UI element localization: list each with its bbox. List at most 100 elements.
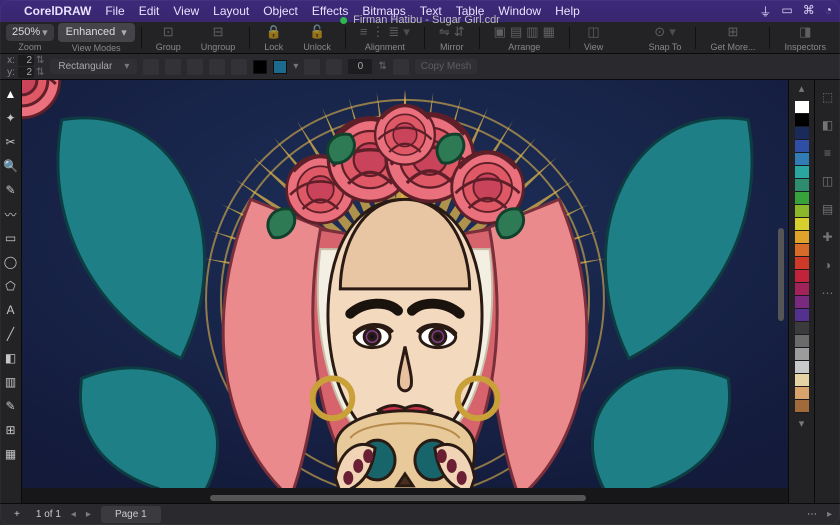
inspector-icon-6[interactable]: ◑	[821, 258, 835, 272]
color-swatch[interactable]	[795, 270, 809, 283]
tool-fill[interactable]: ◧	[3, 350, 19, 366]
tool-artistic[interactable]: 〰	[3, 206, 19, 222]
color-swatch[interactable]	[795, 231, 809, 244]
tool-text[interactable]: A	[3, 302, 19, 318]
page-tab[interactable]: Page 1	[101, 506, 161, 523]
mirror-group[interactable]: ⇋⇵Mirror	[431, 24, 473, 52]
color-swatch[interactable]	[795, 257, 809, 270]
clock-icon[interactable]: ◔	[825, 3, 832, 20]
status-more-button[interactable]: ⋯	[807, 509, 817, 520]
color-swatch[interactable]	[795, 114, 809, 127]
tool-pick[interactable]: ▲	[3, 86, 19, 102]
canvas[interactable]	[22, 80, 788, 503]
color-swatch[interactable]	[795, 244, 809, 257]
tool-parallel[interactable]: ╱	[3, 326, 19, 342]
fill-swatch[interactable]	[253, 60, 267, 74]
group-button[interactable]: ⊡Group	[148, 24, 189, 52]
tool-ellipse[interactable]: ◯	[3, 254, 19, 270]
prev-page-button[interactable]: ◂	[71, 509, 76, 520]
view-mode-select[interactable]: Enhanced▾	[58, 23, 135, 42]
color-swatch[interactable]	[795, 153, 809, 166]
tool-polygon[interactable]: ⬠	[3, 278, 19, 294]
arrange-group[interactable]: ▣▤▥▦Arrange	[486, 24, 563, 52]
outline-swatch[interactable]	[273, 60, 287, 74]
color-swatch[interactable]	[795, 127, 809, 140]
palette-up-icon[interactable]: ▴	[789, 80, 814, 97]
menu-window[interactable]: Window	[498, 4, 541, 18]
unlock-button[interactable]: 🔓Unlock	[295, 24, 339, 52]
next-page-button[interactable]: ▸	[86, 509, 91, 520]
add-page-button[interactable]: +	[8, 507, 26, 522]
color-swatch[interactable]	[795, 101, 809, 114]
get-more-button[interactable]: ⊞Get More...	[702, 24, 763, 52]
color-swatch[interactable]	[795, 361, 809, 374]
menu-edit[interactable]: Edit	[139, 4, 160, 18]
tool-crop[interactable]: ✂	[3, 134, 19, 150]
color-swatch[interactable]	[795, 192, 809, 205]
prop-icon-7[interactable]	[326, 59, 342, 75]
battery-icon[interactable]: ▭	[781, 3, 792, 20]
color-swatch[interactable]	[795, 309, 809, 322]
inspector-icon-2[interactable]: ≡	[821, 146, 835, 160]
ungroup-button[interactable]: ⊟Ungroup	[193, 24, 244, 52]
prop-icon-6[interactable]	[304, 59, 320, 75]
color-swatch[interactable]	[795, 140, 809, 153]
inspector-icon-5[interactable]: ✚	[821, 230, 835, 244]
prop-icon-8[interactable]	[393, 59, 409, 75]
color-swatch[interactable]	[795, 296, 809, 309]
color-swatch[interactable]	[795, 205, 809, 218]
wifi-icon[interactable]: ⏚	[759, 3, 771, 20]
vertical-scrollbar[interactable]	[776, 80, 786, 503]
view-button[interactable]: ◫View	[576, 24, 611, 52]
color-swatch[interactable]	[795, 166, 809, 179]
inspectors-dock: ⬚ ◧ ≡ ◫ ▤ ✚ ◑ ⋯	[814, 80, 840, 503]
outline-width[interactable]: 0	[348, 59, 372, 74]
menu-view[interactable]: View	[173, 4, 199, 18]
tool-zoom[interactable]: 🔍	[3, 158, 19, 174]
color-swatch[interactable]	[795, 387, 809, 400]
tool-transparency[interactable]: ▦	[3, 446, 19, 462]
tool-rect[interactable]: ▭	[3, 230, 19, 246]
color-swatch[interactable]	[795, 400, 809, 413]
color-swatch[interactable]	[795, 348, 809, 361]
top-toolbar: Firman Hatibu - Sugar Girl.cdr 250%▾ Zoo…	[0, 22, 840, 54]
lock-button[interactable]: 🔒Lock	[256, 24, 291, 52]
tool-mesh[interactable]: ⊞	[3, 422, 19, 438]
status-expand-icon[interactable]: ▸	[827, 509, 832, 520]
tool-outline[interactable]: ▥	[3, 374, 19, 390]
position-xy[interactable]: x:2⇅ y:2⇅	[6, 55, 44, 78]
prop-icon-4[interactable]	[209, 59, 225, 75]
control-center-icon[interactable]: ⌘	[803, 3, 815, 20]
color-swatch[interactable]	[795, 335, 809, 348]
copy-mesh-button[interactable]: Copy Mesh	[415, 59, 478, 74]
palette-down-icon[interactable]: ▾	[789, 417, 814, 430]
tool-freehand[interactable]: ✎	[3, 182, 19, 198]
zoom-level[interactable]: 250%▾	[6, 24, 54, 41]
inspector-icon-1[interactable]: ◧	[821, 118, 835, 132]
menu-object[interactable]: Object	[263, 4, 298, 18]
color-swatch[interactable]	[795, 283, 809, 296]
wrap-style[interactable]: Rectangular▾	[50, 59, 137, 74]
menu-help[interactable]: Help	[555, 4, 580, 18]
prop-icon-5[interactable]	[231, 59, 247, 75]
inspector-icon-4[interactable]: ▤	[821, 202, 835, 216]
prop-icon-3[interactable]	[187, 59, 203, 75]
color-swatch[interactable]	[795, 179, 809, 192]
color-swatch[interactable]	[795, 374, 809, 387]
tool-shape[interactable]: ✦	[3, 110, 19, 126]
tool-eyedrop[interactable]: ✎	[3, 398, 19, 414]
color-swatch[interactable]	[795, 322, 809, 335]
inspectors-button[interactable]: ◨Inspectors	[776, 24, 834, 52]
inspector-icon-7[interactable]: ⋯	[821, 286, 835, 300]
horizontal-scrollbar[interactable]	[22, 493, 774, 503]
alignment-group[interactable]: ≡⋮≣▾Alignment	[352, 24, 418, 52]
menu-layout[interactable]: Layout	[213, 4, 249, 18]
snap-to-button[interactable]: ⊙▾Snap To	[641, 24, 690, 52]
color-swatch[interactable]	[795, 218, 809, 231]
prop-icon-1[interactable]	[143, 59, 159, 75]
menu-file[interactable]: File	[105, 4, 124, 18]
inspector-icon-3[interactable]: ◫	[821, 174, 835, 188]
app-name[interactable]: CorelDRAW	[24, 4, 91, 18]
inspector-icon-0[interactable]: ⬚	[821, 90, 835, 104]
prop-icon-2[interactable]	[165, 59, 181, 75]
